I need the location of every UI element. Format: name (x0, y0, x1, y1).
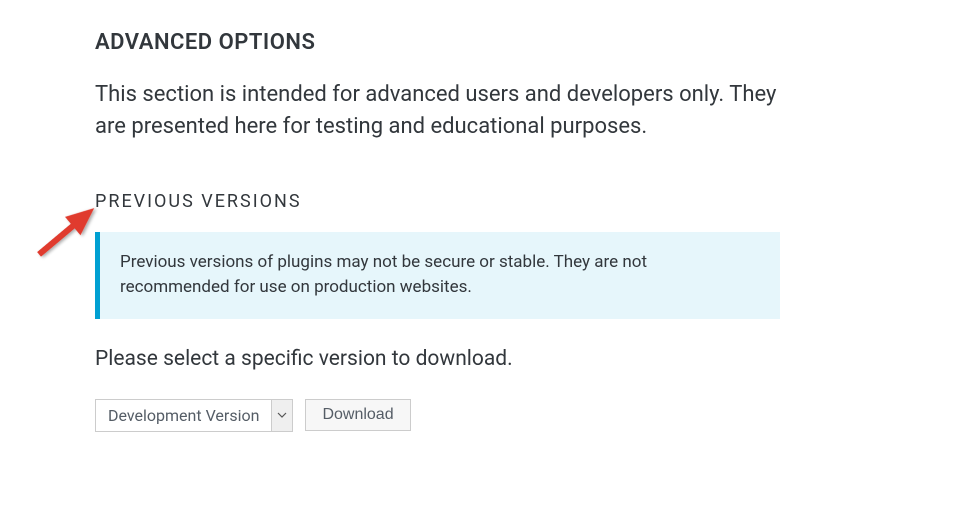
version-select-value: Development Version (95, 399, 271, 432)
download-button[interactable]: Download (305, 399, 410, 431)
version-select[interactable]: Development Version (95, 399, 293, 432)
security-notice-text: Previous versions of plugins may not be … (120, 252, 647, 298)
version-select-instruction: Please select a specific version to down… (95, 347, 780, 371)
security-notice: Previous versions of plugins may not be … (95, 232, 780, 319)
advanced-options-heading: ADVANCED OPTIONS (95, 30, 780, 55)
version-controls: Development Version Download (95, 399, 780, 432)
previous-versions-heading: PREVIOUS VERSIONS (95, 191, 780, 212)
chevron-down-icon[interactable] (271, 399, 293, 432)
advanced-options-description: This section is intended for advanced us… (95, 79, 780, 143)
